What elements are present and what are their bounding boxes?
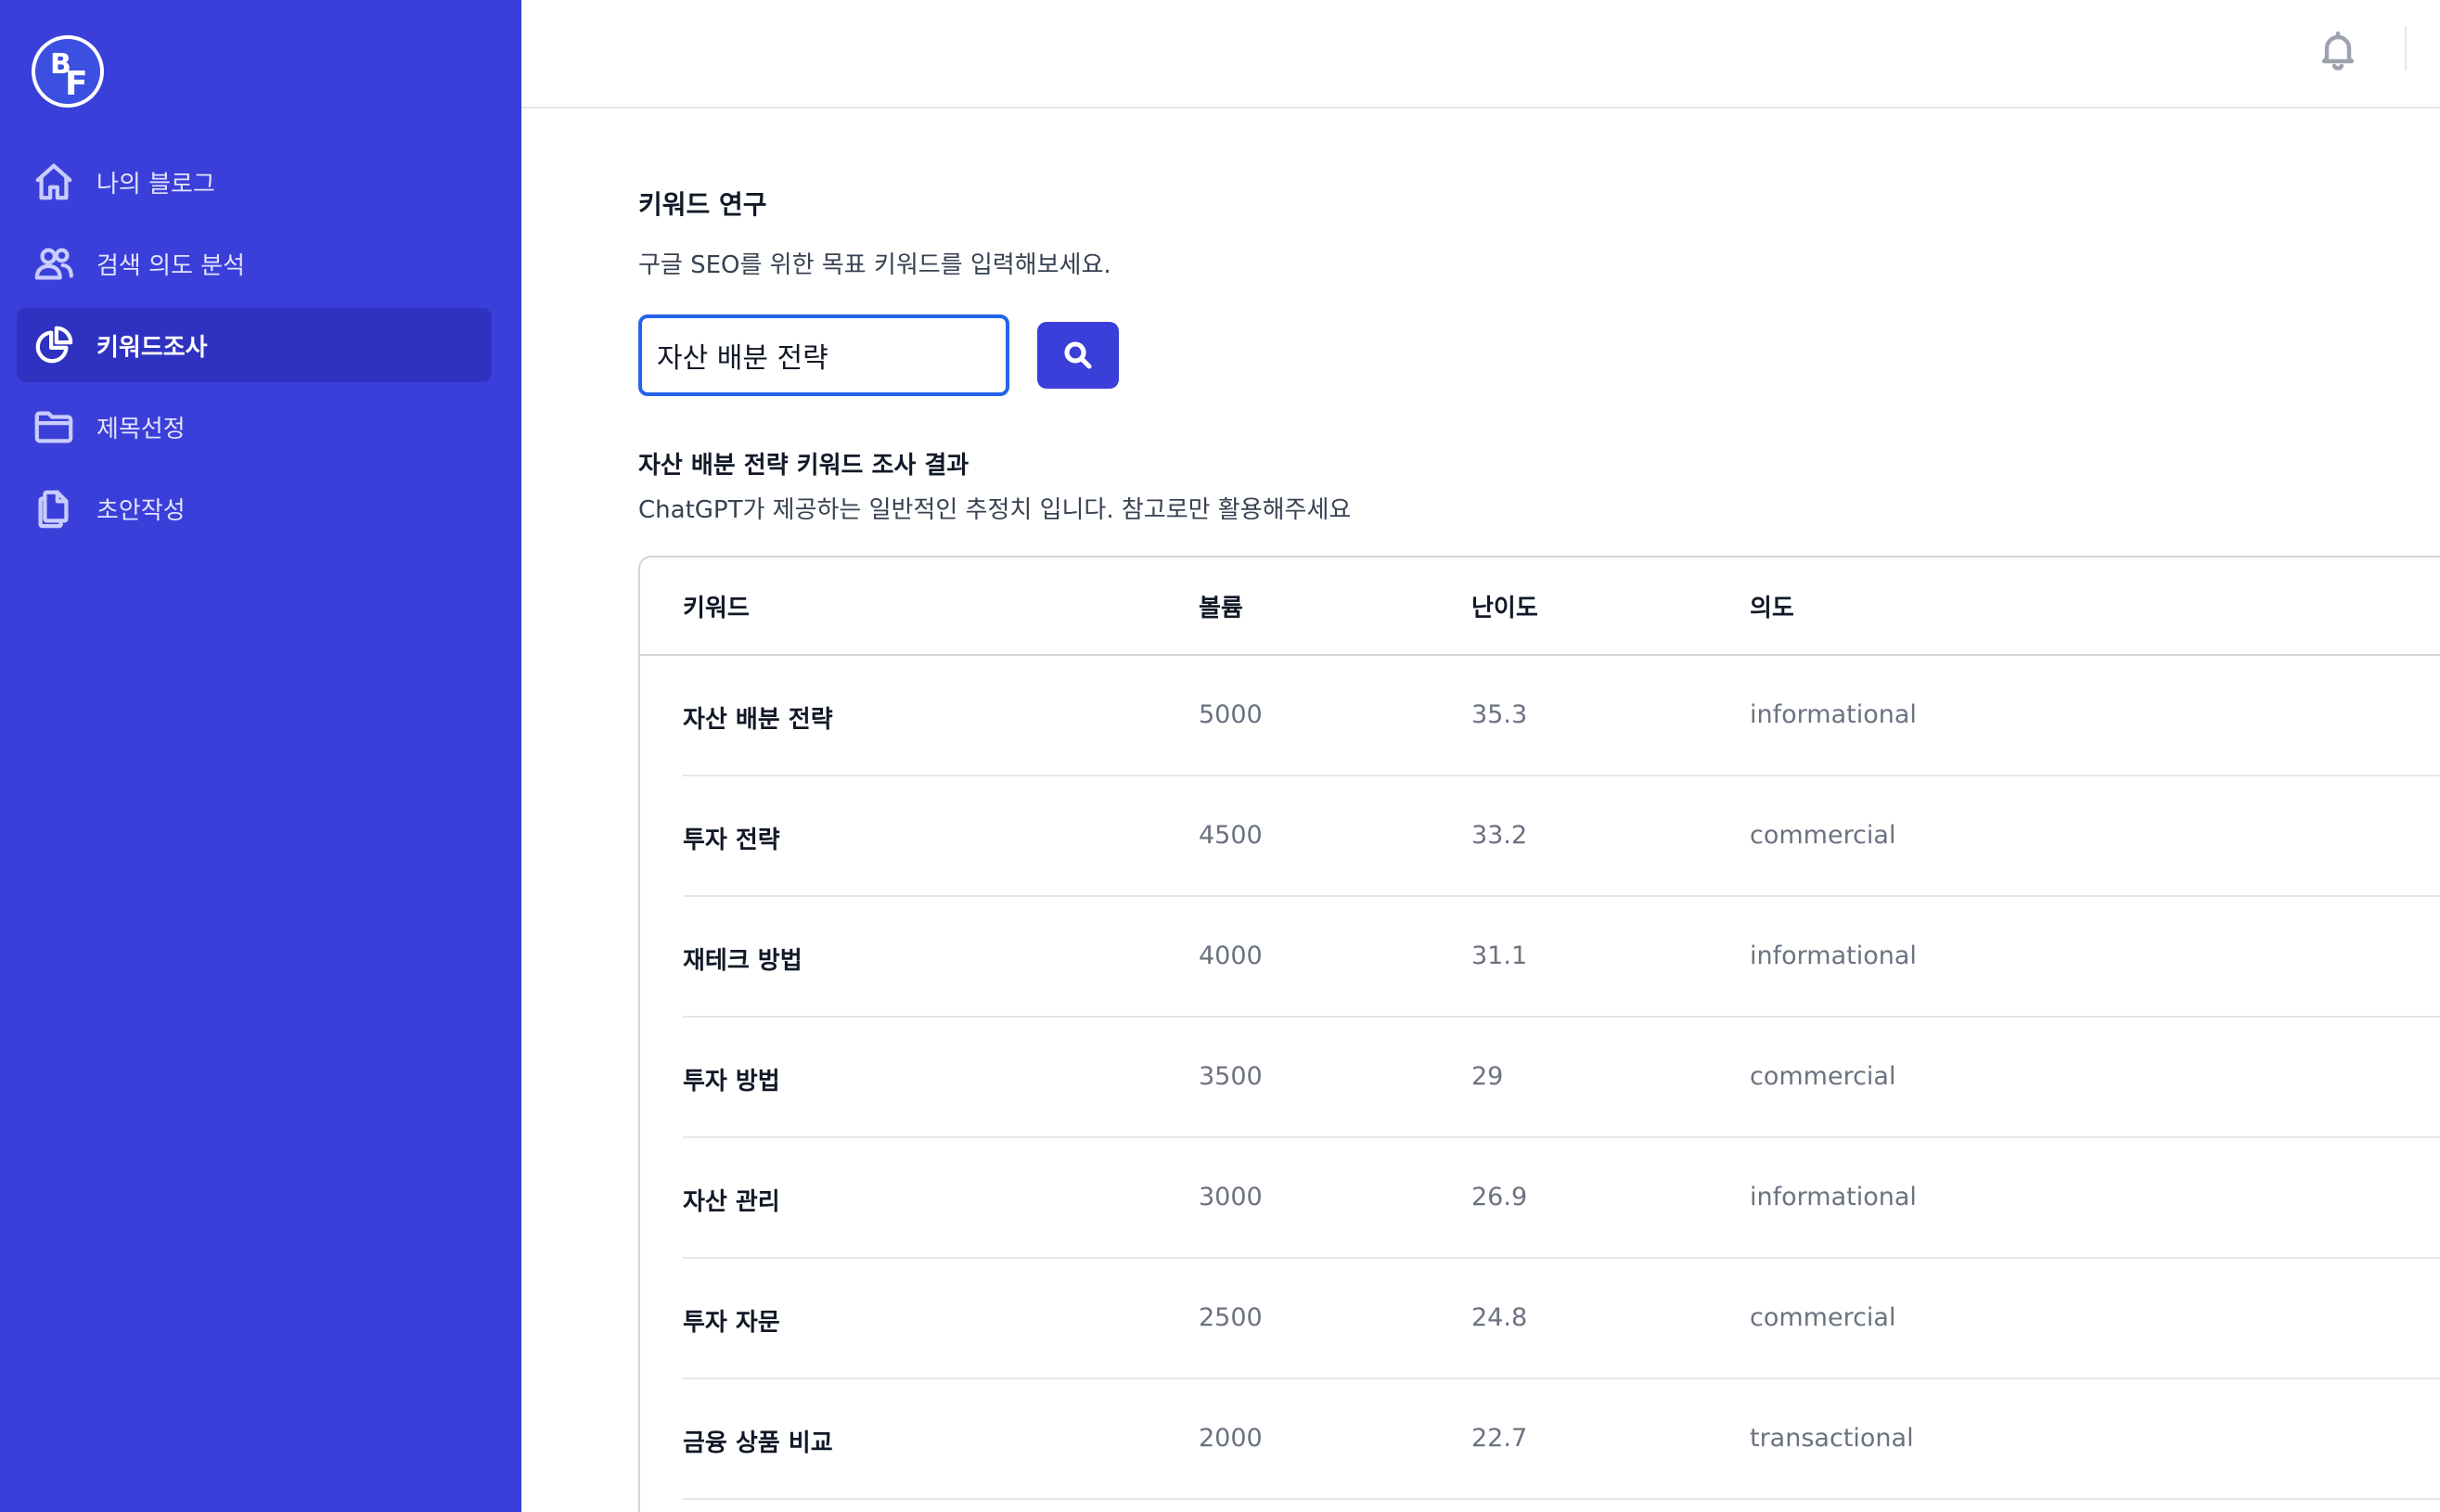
home-icon: [32, 160, 76, 204]
result-title: 자산 배분 전략 키워드 조사 결과: [638, 452, 970, 480]
difficulty-cell: 26.9: [1471, 1183, 1528, 1211]
sidebar-item-draft-writing[interactable]: 초안작성: [17, 471, 492, 545]
difficulty-cell: 33.2: [1471, 821, 1528, 850]
sidebar-item-keyword-research[interactable]: 키워드조사: [17, 308, 492, 382]
volume-cell: 3500: [1199, 1062, 1263, 1091]
documents-icon: [32, 486, 76, 531]
table-row[interactable]: 투자 전략 4500 33.2 commercial: [683, 776, 2440, 897]
volume-cell: 2500: [1199, 1303, 1263, 1332]
column-header-intent[interactable]: 의도: [1750, 589, 1794, 623]
bell-icon[interactable]: [2316, 28, 2360, 72]
sidebar-item-my-blog[interactable]: 나의 블로그: [17, 145, 492, 219]
volume-cell: 5000: [1199, 700, 1263, 729]
intent-cell: commercial: [1750, 1303, 1896, 1332]
sidebar-item-title-selection[interactable]: 제목선정: [17, 390, 492, 464]
volume-cell: 3000: [1199, 1183, 1263, 1211]
difficulty-cell: 22.7: [1471, 1424, 1528, 1453]
keyword-cell: 자산 배분 전략: [683, 706, 833, 734]
page-description: 구글 SEO를 위한 목표 키워드를 입력해보세요.: [638, 251, 1111, 279]
sidebar-item-label: 검색 의도 분석: [96, 251, 246, 280]
intent-cell: informational: [1750, 942, 1917, 970]
intent-cell: informational: [1750, 700, 1917, 729]
table-row[interactable]: 재테크 방법 4000 31.1 informational: [683, 897, 2440, 1018]
sidebar-nav: 나의 블로그 검색 의도 분석 키워드조사 제목선정 초안작성: [17, 145, 492, 553]
logo[interactable]: B F: [32, 35, 104, 108]
users-icon: [32, 241, 76, 286]
table-row[interactable]: 자산 배분 전략 5000 35.3 informational: [683, 656, 2440, 776]
keyword-cell: 재테크 방법: [683, 947, 803, 975]
sidebar-item-label: 초안작성: [96, 496, 186, 525]
keyword-cell: 투자 방법: [683, 1068, 780, 1096]
column-header-volume[interactable]: 볼륨: [1199, 589, 1243, 623]
column-header-difficulty[interactable]: 난이도: [1471, 589, 1538, 623]
keyword-cell: 투자 자문: [683, 1309, 780, 1337]
intent-cell: transactional: [1750, 1424, 1914, 1453]
column-header-keyword[interactable]: 키워드: [683, 589, 750, 623]
difficulty-cell: 24.8: [1471, 1303, 1528, 1332]
keyword-results-table: 키워드 볼륨 난이도 의도 자산 배분 전략 5000 35.3 informa…: [638, 556, 2440, 1512]
top-bar: [521, 0, 2440, 109]
sidebar: B F 나의 블로그 검색 의도 분석 키워드조사 제목선정 초안작성: [0, 0, 521, 1512]
keyword-cell: 투자 전략: [683, 826, 780, 854]
table-body: 자산 배분 전략 5000 35.3 informational 투자 전략 4…: [683, 656, 2440, 1500]
difficulty-cell: 35.3: [1471, 700, 1528, 729]
difficulty-cell: 29: [1471, 1062, 1504, 1091]
sidebar-item-search-intent[interactable]: 검색 의도 분석: [17, 226, 492, 301]
sidebar-item-label: 제목선정: [96, 415, 186, 443]
page-title: 키워드 연구: [638, 189, 767, 220]
intent-cell: informational: [1750, 1183, 1917, 1211]
table-row[interactable]: 자산 관리 3000 26.9 informational: [683, 1138, 2440, 1259]
search-icon: [1064, 341, 1092, 369]
app: B F 나의 블로그 검색 의도 분석 키워드조사 제목선정 초안작성 키워드 …: [0, 0, 2440, 1512]
result-description: ChatGPT가 제공하는 일반적인 추정치 입니다. 참고로만 활용해주세요: [638, 496, 1352, 524]
chart-pie-icon: [32, 323, 76, 367]
main-content: 키워드 연구 구글 SEO를 위한 목표 키워드를 입력해보세요. 자산 배분 …: [638, 109, 2440, 1512]
sidebar-item-label: 나의 블로그: [96, 170, 215, 199]
folder-icon: [32, 404, 76, 449]
keyword-cell: 자산 관리: [683, 1188, 780, 1216]
topbar-divider: [2405, 26, 2407, 70]
search-button[interactable]: [1037, 322, 1119, 389]
keyword-cell: 금융 상품 비교: [683, 1429, 833, 1457]
keyword-search-input[interactable]: [638, 314, 1009, 396]
difficulty-cell: 31.1: [1471, 942, 1528, 970]
volume-cell: 2000: [1199, 1424, 1263, 1453]
intent-cell: commercial: [1750, 1062, 1896, 1091]
intent-cell: commercial: [1750, 821, 1896, 850]
volume-cell: 4500: [1199, 821, 1263, 850]
table-header: 키워드 볼륨 난이도 의도: [640, 557, 2440, 656]
table-row[interactable]: 투자 자문 2500 24.8 commercial: [683, 1259, 2440, 1379]
table-row[interactable]: 금융 상품 비교 2000 22.7 transactional: [683, 1379, 2440, 1500]
logo-mark: B F: [35, 39, 100, 104]
sidebar-item-label: 키워드조사: [96, 333, 208, 362]
table-row[interactable]: 투자 방법 3500 29 commercial: [683, 1018, 2440, 1138]
volume-cell: 4000: [1199, 942, 1263, 970]
